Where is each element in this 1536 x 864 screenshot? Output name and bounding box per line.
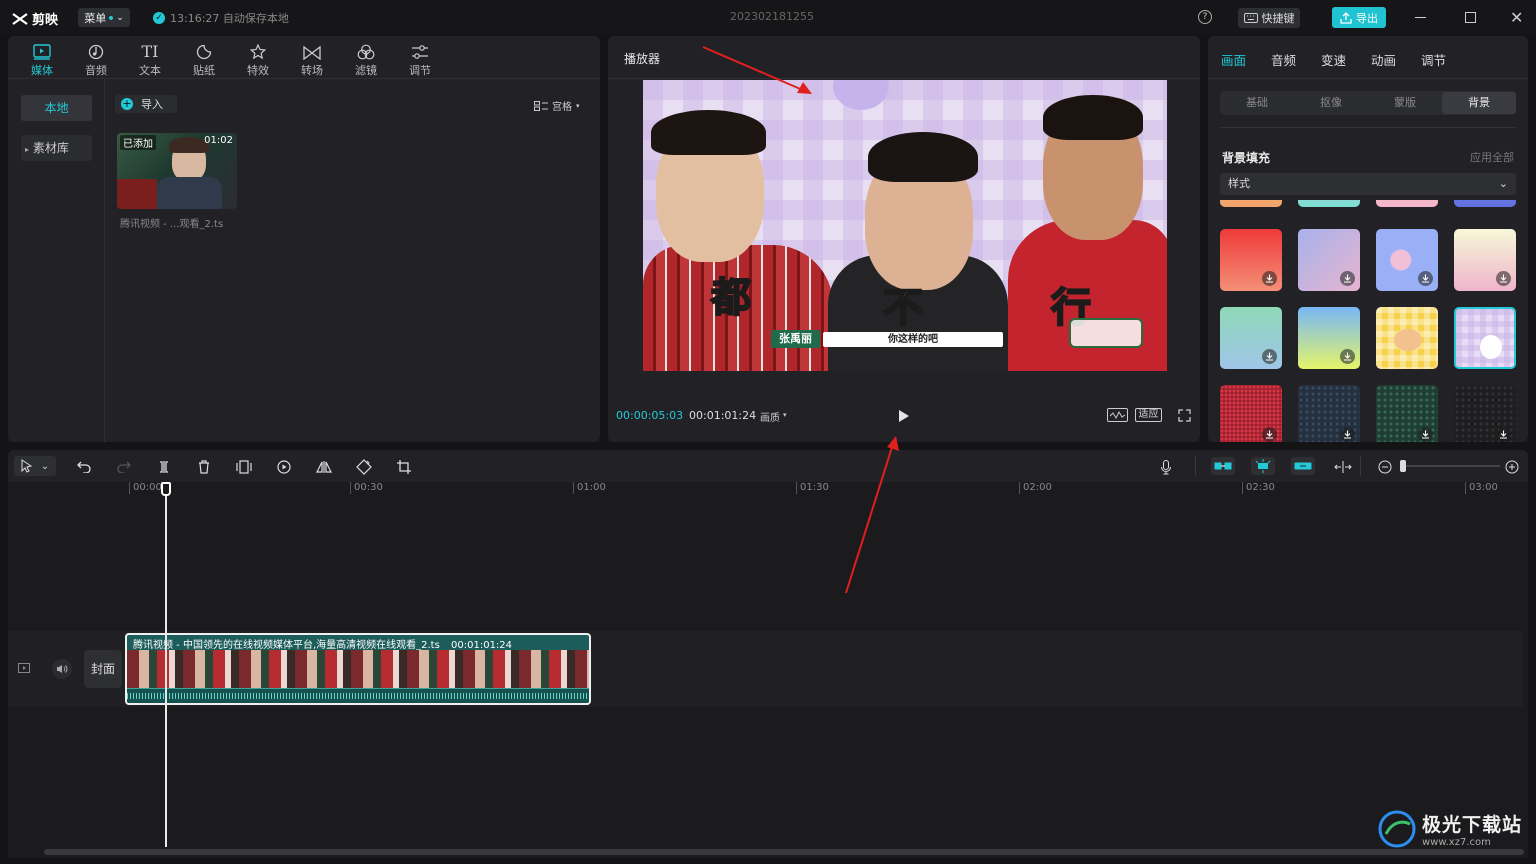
watermark-text: 极光下载站 <box>1422 814 1523 836</box>
watermark-logo-icon <box>1378 810 1416 848</box>
arrow-to-play-button <box>845 436 899 594</box>
arrow-to-preview <box>702 46 812 94</box>
watermark: 极光下载站 www.xz7.com <box>1378 810 1522 848</box>
watermark-url: www.xz7.com <box>1422 837 1491 848</box>
annotation-arrows <box>702 46 899 594</box>
